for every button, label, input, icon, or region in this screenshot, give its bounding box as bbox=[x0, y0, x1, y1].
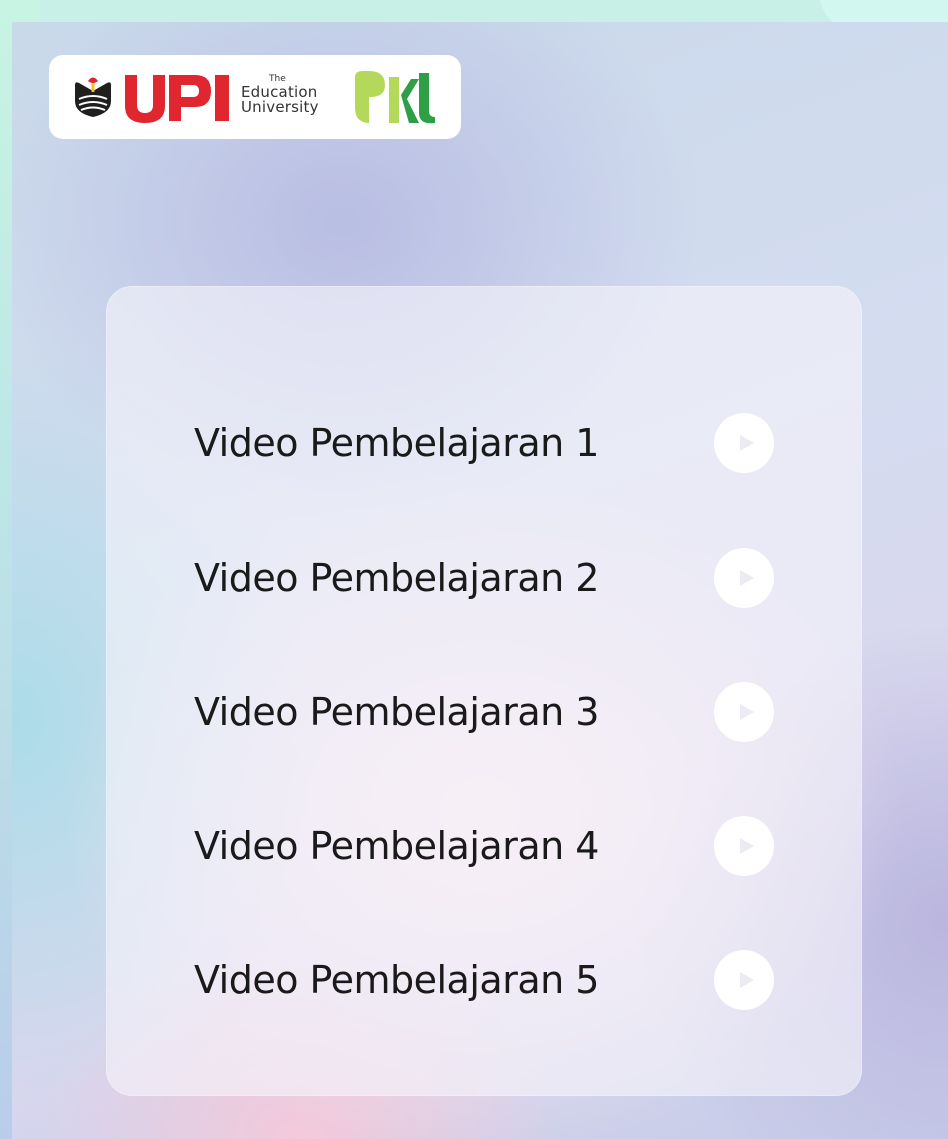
upi-wordmark bbox=[125, 75, 229, 123]
video-item-label: Video Pembelajaran 1 bbox=[194, 421, 599, 465]
video-item-5[interactable]: Video Pembelajaran 5 bbox=[194, 948, 774, 1012]
video-item-1[interactable]: Video Pembelajaran 1 bbox=[194, 411, 774, 475]
play-icon bbox=[739, 570, 754, 586]
video-item-label: Video Pembelajaran 2 bbox=[194, 556, 599, 600]
play-button[interactable] bbox=[714, 548, 774, 608]
video-item-4[interactable]: Video Pembelajaran 4 bbox=[194, 814, 774, 878]
video-item-label: Video Pembelajaran 3 bbox=[194, 690, 599, 734]
edu-line-2: University bbox=[241, 98, 319, 116]
upi-emblem-icon bbox=[75, 77, 111, 117]
play-button[interactable] bbox=[714, 950, 774, 1010]
play-button[interactable] bbox=[714, 413, 774, 473]
play-icon bbox=[739, 435, 754, 451]
app-frame: The Education University Video Pembelaja… bbox=[0, 0, 948, 1139]
play-icon bbox=[739, 838, 754, 854]
video-list-screen: The Education University Video Pembelaja… bbox=[12, 22, 948, 1139]
play-button[interactable] bbox=[714, 682, 774, 742]
play-button[interactable] bbox=[714, 816, 774, 876]
play-icon bbox=[739, 972, 754, 988]
video-item-label: Video Pembelajaran 5 bbox=[194, 958, 599, 1002]
header-logo-badge: The Education University bbox=[49, 55, 461, 139]
video-list-card: Video Pembelajaran 1 Video Pembelajaran … bbox=[106, 286, 862, 1096]
video-item-2[interactable]: Video Pembelajaran 2 bbox=[194, 546, 774, 610]
pkl-logo bbox=[355, 71, 435, 124]
video-item-3[interactable]: Video Pembelajaran 3 bbox=[194, 680, 774, 744]
video-item-label: Video Pembelajaran 4 bbox=[194, 824, 599, 868]
play-icon bbox=[739, 704, 754, 720]
education-university-text: The Education University bbox=[241, 75, 333, 115]
